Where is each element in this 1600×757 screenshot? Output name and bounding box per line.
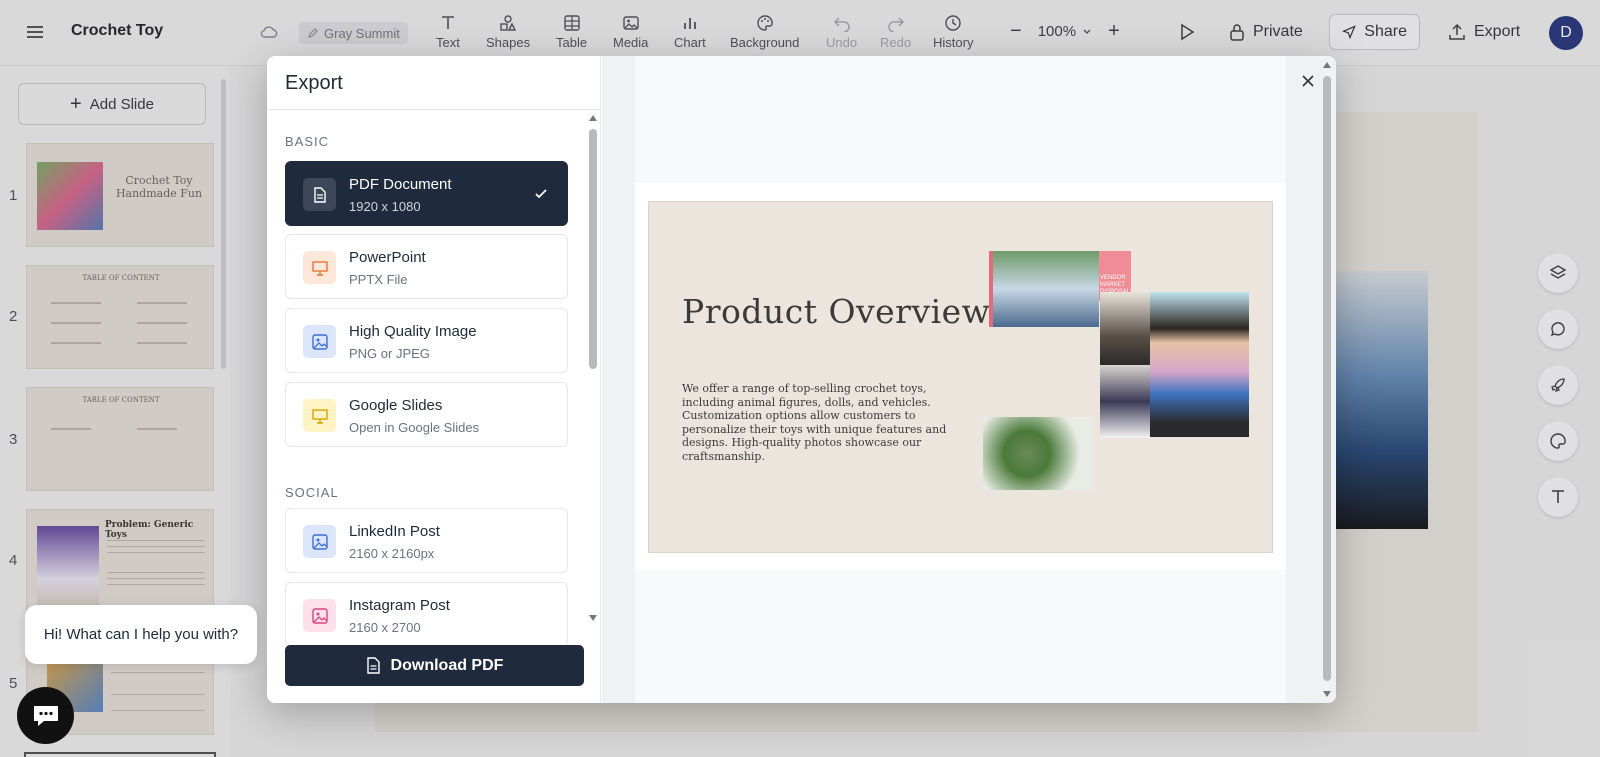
preview-scrollbar-thumb[interactable]	[1323, 76, 1331, 681]
chat-launcher-button[interactable]	[17, 687, 74, 744]
option-subtitle: 2160 x 2700	[349, 620, 421, 635]
options-scrollbar-thumb[interactable]	[589, 129, 597, 369]
chat-icon	[33, 705, 58, 726]
export-options-pane: Export BASIC PDF Document 1920 x 1080 Po…	[267, 56, 601, 703]
option-subtitle: PNG or JPEG	[349, 346, 430, 361]
option-icon-wrap	[303, 251, 336, 284]
slide-title: Product Overview	[682, 292, 991, 331]
export-option-instagram[interactable]: Instagram Post 2160 x 2700	[285, 582, 568, 647]
option-title: PDF Document	[349, 176, 452, 193]
scroll-up-arrow-icon[interactable]	[588, 114, 598, 122]
export-option-image[interactable]: High Quality Image PNG or JPEG	[285, 308, 568, 373]
image-icon	[311, 333, 328, 350]
option-title: High Quality Image	[349, 323, 477, 340]
option-icon-wrap	[303, 178, 336, 211]
export-option-linkedin[interactable]: LinkedIn Post 2160 x 2160px	[285, 508, 568, 573]
modal-title: Export	[285, 72, 343, 94]
section-label-social: SOCIAL	[285, 485, 339, 500]
close-icon[interactable]	[1299, 72, 1317, 90]
image-icon	[311, 607, 328, 624]
preview-slide: Product Overview We offer a range of top…	[648, 201, 1273, 553]
option-icon-wrap	[303, 599, 336, 632]
preview-page: Product Overview We offer a range of top…	[635, 183, 1286, 570]
option-icon-wrap	[303, 525, 336, 558]
export-options-list: BASIC PDF Document 1920 x 1080 PowerPoin…	[267, 110, 587, 680]
turtle-toy-photo	[983, 417, 1093, 490]
export-option-pdf[interactable]: PDF Document 1920 x 1080	[285, 161, 568, 226]
document-icon	[313, 186, 326, 203]
chat-greeting-bubble[interactable]: Hi! What can I help you with?	[25, 605, 257, 664]
preview-sheet: Product Overview We offer a range of top…	[635, 56, 1286, 703]
checkmark-icon	[535, 189, 547, 199]
presentation-icon	[311, 408, 328, 424]
presentation-icon	[311, 260, 328, 276]
option-title: LinkedIn Post	[349, 523, 440, 540]
download-pdf-button[interactable]: Download PDF	[285, 645, 584, 686]
scroll-down-arrow-icon[interactable]	[1322, 689, 1332, 699]
option-subtitle: 2160 x 2160px	[349, 546, 435, 561]
scroll-up-arrow-icon[interactable]	[1322, 60, 1332, 70]
doll-couple-photo	[1150, 292, 1249, 437]
option-subtitle: Open in Google Slides	[349, 420, 480, 435]
option-title: Google Slides	[349, 397, 443, 414]
document-icon	[366, 657, 380, 674]
download-label: Download PDF	[390, 656, 504, 674]
scroll-down-arrow-icon[interactable]	[588, 614, 598, 622]
export-preview-pane: Product Overview We offer a range of top…	[602, 56, 1336, 703]
slide-body: We offer a range of top-selling crochet …	[682, 382, 947, 463]
section-label-basic: BASIC	[285, 134, 330, 149]
option-title: PowerPoint	[349, 249, 426, 266]
image-icon	[311, 533, 328, 550]
customer-photo-2	[1100, 365, 1150, 438]
option-title: Instagram Post	[349, 597, 450, 614]
option-icon-wrap	[303, 399, 336, 432]
vendor-market-photo	[989, 251, 1099, 327]
option-subtitle: 1920 x 1080	[349, 199, 421, 214]
customer-photo-1	[1100, 292, 1150, 365]
export-option-powerpoint[interactable]: PowerPoint PPTX File	[285, 234, 568, 299]
option-subtitle: PPTX File	[349, 272, 408, 287]
export-option-google-slides[interactable]: Google Slides Open in Google Slides	[285, 382, 568, 447]
export-modal: Export BASIC PDF Document 1920 x 1080 Po…	[267, 56, 1336, 703]
option-icon-wrap	[303, 325, 336, 358]
